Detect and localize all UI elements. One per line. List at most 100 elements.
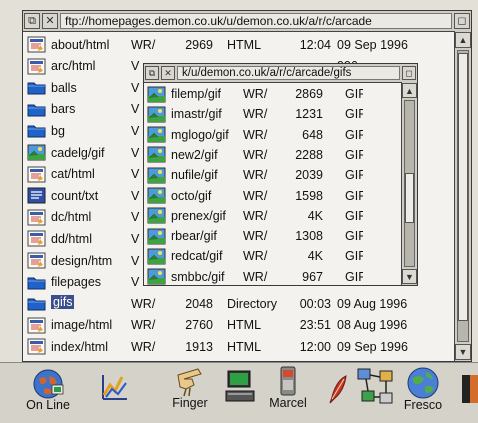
fresco-label: Fresco	[403, 398, 443, 412]
file-time: 23:51	[299, 318, 331, 333]
file-name: cat/html	[51, 167, 95, 182]
gif-file-row[interactable]: octo/gif WR/1598 GIF	[147, 186, 363, 206]
gif-type: GIF	[345, 107, 363, 122]
gif-file-icon	[147, 86, 166, 103]
file-date: 09 Sep 1996	[337, 339, 408, 354]
file-row[interactable]: index/html WR/1913 HTML 12:00 09 Sep 1996	[27, 336, 413, 357]
feather-item[interactable]	[324, 373, 352, 410]
finger-item[interactable]: Finger	[168, 365, 212, 410]
scroll-up-arrow-icon[interactable]: ▲	[455, 32, 471, 48]
gifs-scroll-thumb[interactable]	[405, 173, 414, 223]
file-name: balls	[51, 80, 77, 95]
folder-file-icon	[27, 101, 46, 118]
gifs-toggle-size-icon[interactable]: ◻	[402, 66, 416, 80]
gifs-scroll-track[interactable]	[404, 100, 415, 267]
marcel-label: Marcel	[269, 396, 307, 410]
folder-file-icon	[27, 295, 46, 312]
gif-file-row[interactable]: filemp/gif WR/2869 GIF	[147, 84, 363, 104]
gif-name: imastr/gif	[171, 107, 222, 122]
gif-file-row[interactable]: imastr/gif WR/1231 GIF	[147, 104, 363, 124]
gif-name: redcat/gif	[171, 249, 223, 264]
chart-icon	[102, 375, 127, 400]
gif-file-icon	[147, 187, 166, 204]
file-access: WR/	[131, 37, 156, 52]
gif-file-row[interactable]: redcat/gif WR/4K GIF	[147, 246, 363, 266]
file-date: 08 Aug 1996	[337, 318, 408, 333]
close-icon[interactable]: ✕	[42, 13, 58, 29]
selected-file-name: gifs	[51, 295, 75, 310]
file-date: 09 Aug 1996	[337, 296, 408, 311]
file-size: 2760	[185, 318, 213, 333]
gif-type: GIF	[345, 168, 363, 183]
network-item[interactable]	[356, 367, 394, 412]
gif-type: GIF	[345, 249, 363, 264]
gif-type: GIF	[345, 229, 363, 244]
html-file-icon	[27, 36, 46, 53]
gifs-vertical-scrollbar[interactable]: ▲ ▼	[401, 82, 417, 285]
html-file-icon	[27, 338, 46, 355]
gif-name: prenex/gif	[171, 208, 226, 223]
gifs-titlebar[interactable]: ⧉ ✕ k/u/demon.co.uk/a/r/c/arcade/gifs ◻	[144, 64, 417, 83]
gif-size: 4K	[307, 249, 323, 264]
file-time: 00:03	[299, 296, 331, 311]
fresco-item[interactable]: Fresco	[398, 365, 448, 412]
gif-file-row[interactable]: prenex/gif WR/4K GIF	[147, 206, 363, 226]
gif-access: WR/	[243, 127, 268, 142]
gif-file-row[interactable]: mglogo/gif WR/648 GIF	[147, 125, 363, 145]
file-row[interactable]: about/html WR/2969 HTML 12:04 09 Sep 1996	[27, 34, 413, 55]
gif-file-row[interactable]: nufile/gif WR/2039 GIF	[147, 165, 363, 185]
toggle-size-icon[interactable]: ◻	[454, 13, 470, 29]
phone-icon	[280, 366, 296, 396]
gif-file-row[interactable]: rbear/gif WR/1308 GIF	[147, 226, 363, 246]
file-name: image/html	[51, 318, 113, 333]
computer-icon	[225, 370, 255, 402]
gif-type: GIF	[345, 147, 363, 162]
file-name: count/txt	[51, 188, 99, 203]
gif-file-icon	[147, 106, 166, 123]
folder-file-icon	[27, 122, 46, 139]
gif-size: 2288	[295, 147, 323, 162]
file-name: design/htm	[51, 253, 113, 268]
gif-file-icon	[147, 207, 166, 224]
file-name: dc/html	[51, 210, 92, 225]
html-file-icon	[27, 209, 46, 226]
file-type: Directory	[227, 296, 278, 311]
file-access: WR/	[131, 339, 156, 354]
gif-access: WR/	[243, 107, 268, 122]
partial-item[interactable]	[456, 373, 478, 410]
file-date: 09 Sep 1996	[337, 37, 408, 52]
gifs-back-icon[interactable]: ⧉	[145, 66, 159, 80]
file-name: bg	[51, 123, 65, 138]
fresco-globe-icon	[407, 367, 439, 399]
gif-file-row[interactable]: smbbc/gif WR/967 GIF	[147, 267, 363, 287]
back-icon[interactable]: ⧉	[24, 13, 40, 29]
gifs-scroll-down-arrow-icon[interactable]: ▼	[402, 269, 417, 284]
gifs-scroll-up-arrow-icon[interactable]: ▲	[402, 83, 417, 98]
scroll-track[interactable]	[457, 50, 469, 342]
gif-file-icon	[147, 146, 166, 163]
scroll-thumb[interactable]	[458, 53, 468, 321]
file-name: cadelg/gif	[51, 145, 105, 160]
gif-access: WR/	[243, 269, 268, 284]
gif-access: WR/	[243, 229, 268, 244]
scroll-down-arrow-icon[interactable]: ▼	[455, 344, 471, 360]
file-type: HTML	[227, 318, 262, 333]
partial-icon	[462, 375, 478, 403]
gif-file-icon	[147, 268, 166, 285]
file-row[interactable]: image/html WR/2760 HTML 23:51 08 Aug 1996	[27, 315, 413, 336]
marcel-item[interactable]: Marcel	[264, 365, 312, 410]
file-type: HTML	[227, 339, 262, 354]
main-vertical-scrollbar[interactable]: ▲ ▼	[454, 31, 471, 361]
chart-item[interactable]	[100, 371, 130, 408]
gif-type: GIF	[345, 208, 363, 223]
gif-size: 2039	[295, 168, 323, 183]
computer-item[interactable]	[224, 369, 258, 410]
gif-file-row[interactable]: new2/gif WR/2288 GIF	[147, 145, 363, 165]
main-titlebar[interactable]: ⧉ ✕ ftp://homepages.demon.co.uk/u/demon.…	[23, 11, 471, 32]
online-label: On Line	[26, 398, 70, 412]
gif-type: GIF	[345, 269, 363, 284]
gifs-close-icon[interactable]: ✕	[161, 66, 175, 80]
html-file-icon	[27, 58, 46, 75]
online-item[interactable]: On Line	[26, 367, 70, 412]
file-row[interactable]: gifs WR/2048 Directory 00:03 09 Aug 1996	[27, 293, 413, 314]
